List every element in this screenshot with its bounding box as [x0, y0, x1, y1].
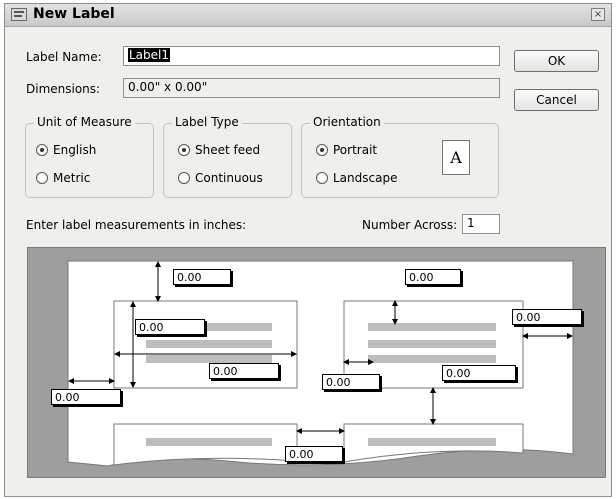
- label-name-field[interactable]: Label1: [123, 46, 500, 66]
- unit-of-measure-group: Unit of Measure English Metric: [25, 115, 154, 198]
- dimensions-label: Dimensions:: [26, 82, 101, 96]
- radio-metric-label: Metric: [53, 171, 91, 185]
- radio-landscape-label: Landscape: [333, 171, 398, 185]
- label-type-title: Label Type: [172, 115, 242, 129]
- radio-portrait-indicator: [316, 144, 328, 156]
- radio-continuous-indicator: [178, 172, 190, 184]
- top-margin-field[interactable]: 0.00: [173, 269, 231, 285]
- label-name-label: Label Name:: [26, 50, 102, 64]
- label-height-field[interactable]: 0.00: [135, 319, 205, 335]
- row-spacing-field[interactable]: 0.00: [442, 365, 516, 381]
- radio-english-indicator: [36, 144, 48, 156]
- cancel-button[interactable]: Cancel: [514, 89, 599, 111]
- radio-portrait-label: Portrait: [333, 143, 378, 157]
- title-bar: New Label ×: [5, 4, 611, 27]
- page-width-field[interactable]: 0.00: [405, 269, 461, 285]
- unit-of-measure-title: Unit of Measure: [34, 115, 135, 129]
- radio-metric-indicator: [36, 172, 48, 184]
- radio-sheet-feed[interactable]: Sheet feed: [178, 143, 260, 157]
- radio-english[interactable]: English: [36, 143, 96, 157]
- radio-portrait[interactable]: Portrait: [316, 143, 377, 157]
- label-name-value: Label1: [128, 48, 171, 62]
- label-type-group: Label Type Sheet feed Continuous: [163, 115, 292, 198]
- orientation-title: Orientation: [310, 115, 384, 129]
- radio-metric[interactable]: Metric: [36, 171, 90, 185]
- right-margin-field[interactable]: 0.00: [512, 309, 582, 325]
- label-width-field[interactable]: 0.00: [209, 363, 279, 379]
- side-margin-field[interactable]: 0.00: [51, 389, 121, 405]
- number-across-field[interactable]: 1: [462, 214, 500, 234]
- dimensions-field: 0.00" x 0.00": [123, 78, 500, 98]
- label-layout-diagram: [67, 260, 574, 467]
- radio-continuous[interactable]: Continuous: [178, 171, 263, 185]
- radio-landscape[interactable]: Landscape: [316, 171, 397, 185]
- vertical-spacing-field[interactable]: 0.00: [285, 446, 343, 462]
- new-label-dialog: New Label × Label Name: Label1 Dimension…: [4, 3, 612, 497]
- ok-button[interactable]: OK: [514, 50, 599, 72]
- radio-english-label: English: [53, 143, 97, 157]
- radio-continuous-label: Continuous: [195, 171, 263, 185]
- close-button[interactable]: ×: [591, 8, 605, 21]
- label-layout-preview: 0.00 0.00 0.00 0.00 0.00 0.00 0.00 0.00 …: [27, 247, 606, 478]
- dialog-icon: [11, 8, 27, 21]
- radio-sheet-feed-label: Sheet feed: [195, 143, 261, 157]
- horizontal-spacing-field[interactable]: 0.00: [322, 374, 380, 390]
- radio-sheet-feed-indicator: [178, 144, 190, 156]
- number-across-label: Number Across:: [362, 218, 458, 232]
- orientation-group: Orientation Portrait Landscape A: [301, 115, 499, 198]
- dialog-title: New Label: [33, 6, 115, 22]
- measurements-instruction: Enter label measurements in inches:: [26, 218, 247, 232]
- radio-landscape-indicator: [316, 172, 328, 184]
- portrait-page-icon: A: [442, 140, 470, 175]
